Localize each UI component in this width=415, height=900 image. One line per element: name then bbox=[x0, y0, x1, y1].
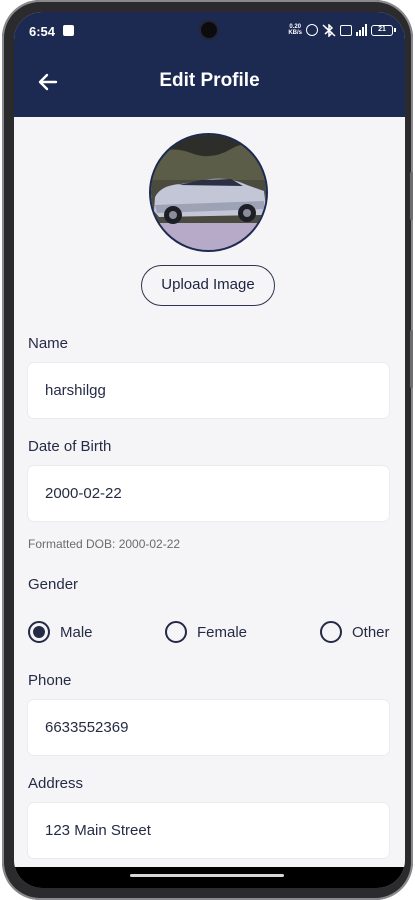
page-title: Edit Profile bbox=[159, 70, 260, 91]
name-field[interactable]: harshilgg bbox=[28, 363, 389, 418]
network-speed: 0.20 KB/s bbox=[288, 24, 302, 36]
gender-option-label: Female bbox=[197, 623, 248, 641]
phone-frame: 6:54 0.20 KB/s 21 Edit Profile Upload Im… bbox=[2, 0, 413, 900]
app-bar: 6:54 0.20 KB/s 21 Edit Profile bbox=[14, 12, 405, 117]
gesture-nav-bar bbox=[14, 867, 405, 888]
gender-option-label: Other bbox=[352, 623, 390, 641]
signal-icon bbox=[356, 24, 367, 36]
gender-option-label: Male bbox=[60, 623, 93, 641]
radio-unchecked-icon bbox=[320, 621, 342, 643]
dob-field[interactable]: 2000-02-22 bbox=[28, 466, 389, 521]
dob-label: Date of Birth bbox=[28, 438, 112, 455]
name-label: Name bbox=[28, 335, 69, 352]
battery-icon: 21 bbox=[371, 24, 396, 36]
address-label: Address bbox=[28, 775, 84, 792]
formatted-dob-text: Formatted DOB: 2000-02-22 bbox=[28, 537, 181, 551]
status-time: 6:54 bbox=[29, 24, 56, 39]
car-image bbox=[151, 135, 266, 250]
battery-level: 21 bbox=[378, 25, 386, 33]
gender-option-other[interactable]: Other bbox=[320, 621, 390, 643]
address-field[interactable]: 123 Main Street bbox=[28, 803, 389, 858]
phone-label: Phone bbox=[28, 672, 72, 689]
network-speed-unit: KB/s bbox=[288, 30, 302, 36]
volume-button bbox=[410, 172, 413, 220]
upload-image-button[interactable]: Upload Image bbox=[141, 265, 275, 306]
notification-icon bbox=[63, 25, 74, 36]
radio-checked-icon bbox=[28, 621, 50, 643]
gender-option-male[interactable]: Male bbox=[28, 621, 93, 643]
screen: 6:54 0.20 KB/s 21 Edit Profile Upload Im… bbox=[14, 12, 405, 888]
radio-unchecked-icon bbox=[165, 621, 187, 643]
front-camera bbox=[201, 22, 217, 38]
gender-label: Gender bbox=[28, 576, 79, 593]
gender-option-female[interactable]: Female bbox=[165, 621, 247, 643]
volte-icon bbox=[340, 24, 352, 36]
profile-avatar bbox=[149, 133, 268, 252]
home-handle[interactable] bbox=[130, 874, 284, 877]
status-icons: 0.20 KB/s 21 bbox=[288, 23, 396, 37]
sync-icon bbox=[306, 24, 318, 36]
phone-field[interactable]: 6633552369 bbox=[28, 700, 389, 755]
power-button bbox=[410, 330, 413, 388]
bluetooth-muted-icon bbox=[322, 23, 336, 37]
status-bar: 6:54 0.20 KB/s 21 bbox=[14, 12, 405, 50]
